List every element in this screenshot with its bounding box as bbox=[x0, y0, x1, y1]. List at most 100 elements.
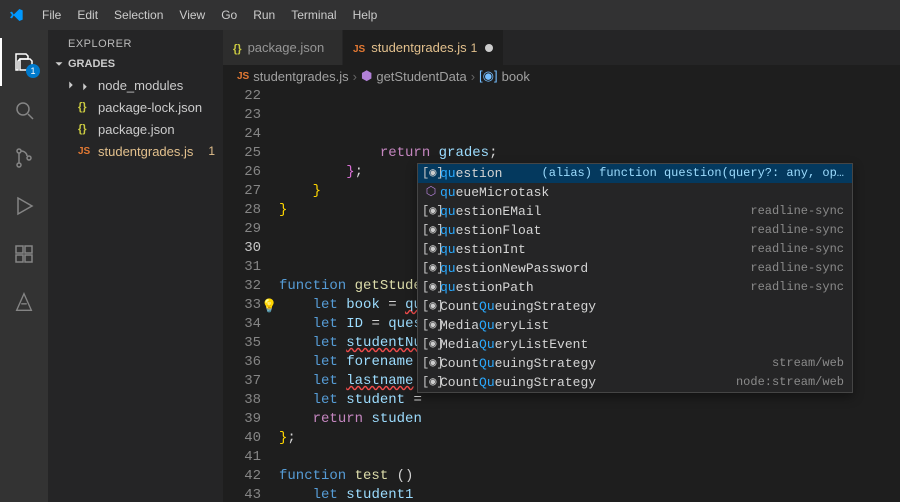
code-editor[interactable]: 2223242526272829303132333435363738394041… bbox=[223, 87, 900, 502]
suggestion-item[interactable]: [◉]questionEMailreadline-sync bbox=[418, 202, 852, 221]
activity-explorer[interactable]: 1 bbox=[0, 38, 48, 86]
file-tree-item[interactable]: JSstudentgrades.js1 bbox=[48, 140, 223, 162]
vscode-logo-icon bbox=[8, 7, 24, 23]
suggestion-kind-icon: [◉] bbox=[422, 202, 440, 221]
suggestion-kind-icon: [◉] bbox=[422, 316, 440, 335]
suggestion-kind-icon: [◉] bbox=[422, 164, 440, 183]
activity-extensions[interactable] bbox=[0, 230, 48, 278]
menu-file[interactable]: File bbox=[34, 0, 69, 30]
modified-badge: 1 bbox=[208, 144, 223, 158]
breadcrumb-function[interactable]: getStudentData bbox=[376, 69, 466, 84]
activity-azure[interactable] bbox=[0, 278, 48, 326]
suggestion-item[interactable]: [◉]MediaQueryList bbox=[418, 316, 852, 335]
suggestion-kind-icon: ⬡ bbox=[422, 183, 440, 202]
code-line[interactable]: }; bbox=[279, 429, 900, 448]
file-tree-item[interactable]: {} package.json bbox=[48, 118, 223, 140]
explorer-badge: 1 bbox=[26, 64, 40, 78]
titlebar: FileEditSelectionViewGoRunTerminalHelp bbox=[0, 0, 900, 30]
sidebar-folder-name: GRADES bbox=[68, 58, 115, 70]
chevron-right-icon bbox=[64, 78, 78, 92]
menu-go[interactable]: Go bbox=[213, 0, 245, 30]
breadcrumb-variable[interactable]: book bbox=[502, 69, 530, 84]
menu-view[interactable]: View bbox=[171, 0, 213, 30]
suggestion-item[interactable]: [◉]questionIntreadline-sync bbox=[418, 240, 852, 259]
suggestion-detail: readline-sync bbox=[750, 221, 848, 240]
file-label: package.json bbox=[98, 122, 223, 137]
editor-tab[interactable]: JSstudentgrades.js1 bbox=[343, 30, 504, 65]
file-tree-item[interactable]: node_modules bbox=[48, 74, 223, 96]
js-file-icon: JS bbox=[237, 71, 249, 82]
dirty-indicator-icon bbox=[485, 44, 493, 52]
json-file-icon: {} bbox=[78, 101, 94, 113]
intellisense-popup[interactable]: [◉]question(alias) function question(que… bbox=[417, 163, 853, 393]
suggestion-kind-icon: [◉] bbox=[422, 354, 440, 373]
suggestion-item[interactable]: ⬡queueMicrotask bbox=[418, 183, 852, 202]
activity-source-control[interactable] bbox=[0, 134, 48, 182]
suggestion-label: CountQueuingStrategy bbox=[440, 373, 736, 392]
json-file-icon: {} bbox=[233, 40, 242, 55]
editor-area: {}package.jsonJSstudentgrades.js1 JS stu… bbox=[223, 30, 900, 502]
file-label: package-lock.json bbox=[98, 100, 223, 115]
code-line[interactable]: return studen bbox=[279, 410, 900, 429]
suggestion-kind-icon: [◉] bbox=[422, 335, 440, 354]
suggestion-item[interactable]: [◉]questionNewPasswordreadline-sync bbox=[418, 259, 852, 278]
breadcrumb-file[interactable]: studentgrades.js bbox=[253, 69, 348, 84]
activity-bar: 1 bbox=[0, 30, 48, 502]
suggestion-label: MediaQueryListEvent bbox=[440, 335, 848, 354]
chevron-right-icon: › bbox=[353, 69, 357, 84]
activity-search[interactable] bbox=[0, 86, 48, 134]
code-line[interactable]: let student1 bbox=[279, 486, 900, 502]
suggestion-label: CountQueuingStrategy bbox=[440, 297, 848, 316]
breadcrumbs[interactable]: JS studentgrades.js › ⬢ getStudentData ›… bbox=[223, 65, 900, 87]
suggestion-detail: readline-sync bbox=[750, 202, 848, 221]
suggestion-item[interactable]: [◉]MediaQueryListEvent bbox=[418, 335, 852, 354]
tab-label: studentgrades.js bbox=[371, 40, 466, 55]
code-line[interactable] bbox=[279, 448, 900, 467]
suggestion-label: questionInt bbox=[440, 240, 750, 259]
code-line[interactable]: function test () bbox=[279, 467, 900, 486]
suggestion-label: questionNewPassword bbox=[440, 259, 750, 278]
suggestion-detail: readline-sync bbox=[750, 240, 848, 259]
suggestion-item[interactable]: [◉]CountQueuingStrategystream/web bbox=[418, 354, 852, 373]
suggestion-item[interactable]: [◉]CountQueuingStrategynode:stream/web bbox=[418, 373, 852, 392]
suggestion-label: queueMicrotask bbox=[440, 183, 848, 202]
sidebar-folder-header[interactable]: GRADES bbox=[48, 54, 223, 74]
json-file-icon: {} bbox=[78, 123, 94, 135]
js-file-icon: JS bbox=[353, 40, 365, 55]
suggestion-item[interactable]: [◉]CountQueuingStrategy bbox=[418, 297, 852, 316]
code-line[interactable]: let student = bbox=[279, 391, 900, 410]
suggestion-detail: readline-sync bbox=[750, 259, 848, 278]
suggestion-label: question bbox=[440, 164, 542, 183]
menu-bar: FileEditSelectionViewGoRunTerminalHelp bbox=[34, 0, 385, 30]
menu-selection[interactable]: Selection bbox=[106, 0, 171, 30]
suggestion-item[interactable]: [◉]questionFloatreadline-sync bbox=[418, 221, 852, 240]
suggestion-detail: readline-sync bbox=[750, 278, 848, 297]
method-icon: ⬢ bbox=[361, 68, 372, 84]
suggestion-detail: (alias) function question(query?: any, o… bbox=[542, 164, 848, 183]
lightbulb-icon[interactable]: 💡 bbox=[261, 297, 277, 316]
activity-run-debug[interactable] bbox=[0, 182, 48, 230]
suggestion-label: questionPath bbox=[440, 278, 750, 297]
js-file-icon: JS bbox=[78, 146, 94, 157]
sidebar-title: EXPLORER bbox=[48, 30, 223, 54]
editor-tab[interactable]: {} package.json bbox=[223, 30, 343, 65]
suggestion-label: MediaQueryList bbox=[440, 316, 848, 335]
line-number-gutter: 2223242526272829303132333435363738394041… bbox=[223, 87, 279, 502]
chevron-right-icon: › bbox=[471, 69, 475, 84]
suggestion-kind-icon: [◉] bbox=[422, 278, 440, 297]
file-tree-item[interactable]: {} package-lock.json bbox=[48, 96, 223, 118]
suggestion-item[interactable]: [◉]questionPathreadline-sync bbox=[418, 278, 852, 297]
menu-terminal[interactable]: Terminal bbox=[283, 0, 344, 30]
code-content[interactable]: return grades; }; }}function getStudentD… bbox=[279, 87, 900, 502]
menu-help[interactable]: Help bbox=[345, 0, 386, 30]
suggestion-item[interactable]: [◉]question(alias) function question(que… bbox=[418, 164, 852, 183]
tab-label: package.json bbox=[248, 40, 325, 55]
editor-tabs: {}package.jsonJSstudentgrades.js1 bbox=[223, 30, 900, 65]
sidebar: EXPLORER GRADES node_modules {} package-lo… bbox=[48, 30, 223, 502]
suggestion-kind-icon: [◉] bbox=[422, 221, 440, 240]
suggestion-kind-icon: [◉] bbox=[422, 259, 440, 278]
menu-edit[interactable]: Edit bbox=[69, 0, 106, 30]
code-line[interactable]: return grades; bbox=[279, 144, 900, 163]
menu-run[interactable]: Run bbox=[245, 0, 283, 30]
chevron-down-icon bbox=[52, 57, 66, 71]
